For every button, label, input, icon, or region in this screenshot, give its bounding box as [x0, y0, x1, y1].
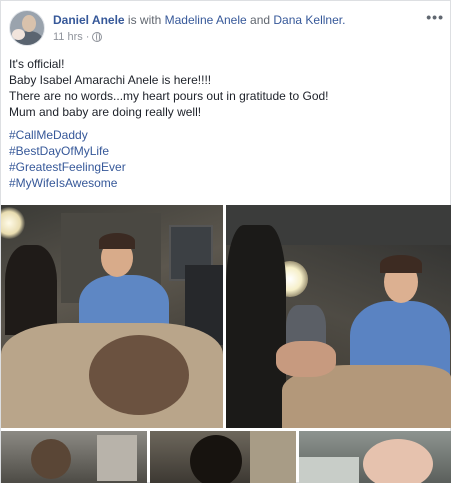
equipment-shape — [97, 435, 137, 481]
meta-separator: · — [85, 31, 90, 43]
post-meta: 11 hrs · — [53, 31, 103, 43]
hashtag-list: #CallMeDaddy #BestDayOfMyLife #GreatestF… — [9, 127, 126, 191]
hashtag-link[interactable]: #CallMeDaddy — [9, 127, 126, 143]
and-text: and — [250, 13, 271, 27]
post-photo-2[interactable] — [226, 205, 451, 428]
baby-face-shape — [363, 439, 433, 483]
avatar[interactable] — [9, 10, 45, 46]
post-photo-4[interactable] — [150, 431, 296, 483]
author-name-link[interactable]: Daniel Anele — [53, 13, 125, 27]
tagged-user-link-2[interactable]: Dana Kellner. — [273, 13, 345, 27]
background-wall-shape — [250, 431, 296, 483]
post-photo-1[interactable] — [1, 205, 223, 428]
hashtag-link[interactable]: #BestDayOfMyLife — [9, 143, 126, 159]
post-photo-5[interactable] — [299, 431, 451, 483]
hashtag-link[interactable]: #GreatestFeelingEver — [9, 159, 126, 175]
person-head-shape — [31, 439, 71, 479]
post-photo-3[interactable] — [1, 431, 147, 483]
person-head-shape — [190, 435, 242, 483]
nurse-hair-shape — [380, 255, 422, 273]
blanket-shape — [299, 457, 359, 483]
post-header: Daniel Anele is with Madeline Anele and … — [9, 10, 444, 46]
post-timestamp-link[interactable]: 11 hrs — [53, 31, 83, 43]
post-line-3: There are no words...my heart pours out … — [9, 89, 329, 103]
with-text: is with — [127, 13, 162, 27]
person-left-shape — [5, 245, 57, 335]
father-silhouette-shape — [226, 225, 286, 428]
hashtag-link[interactable]: #MyWifeIsAwesome — [9, 175, 126, 191]
post-line-4: Mum and baby are doing really well! — [9, 105, 202, 119]
post-headline: Daniel Anele is with Madeline Anele and … — [53, 13, 345, 28]
facebook-post: Daniel Anele is with Madeline Anele and … — [0, 0, 451, 483]
globe-icon[interactable] — [92, 32, 103, 42]
tagged-user-link-1[interactable]: Madeline Anele — [165, 13, 247, 27]
patient-hair-shape — [89, 335, 189, 415]
post-line-2: Baby Isabel Amarachi Anele is here!!!! — [9, 73, 212, 87]
post-text: It's official! Baby Isabel Amarachi Anel… — [9, 56, 439, 120]
arm-shape — [276, 341, 336, 377]
post-line-1: It's official! — [9, 57, 65, 71]
lamp-glow-shape — [1, 207, 25, 239]
nurse-hair-shape — [99, 233, 135, 249]
more-options-icon[interactable]: ••• — [426, 10, 444, 24]
avatar-baby-shape — [12, 29, 25, 40]
avatar-face-shape — [22, 15, 36, 32]
